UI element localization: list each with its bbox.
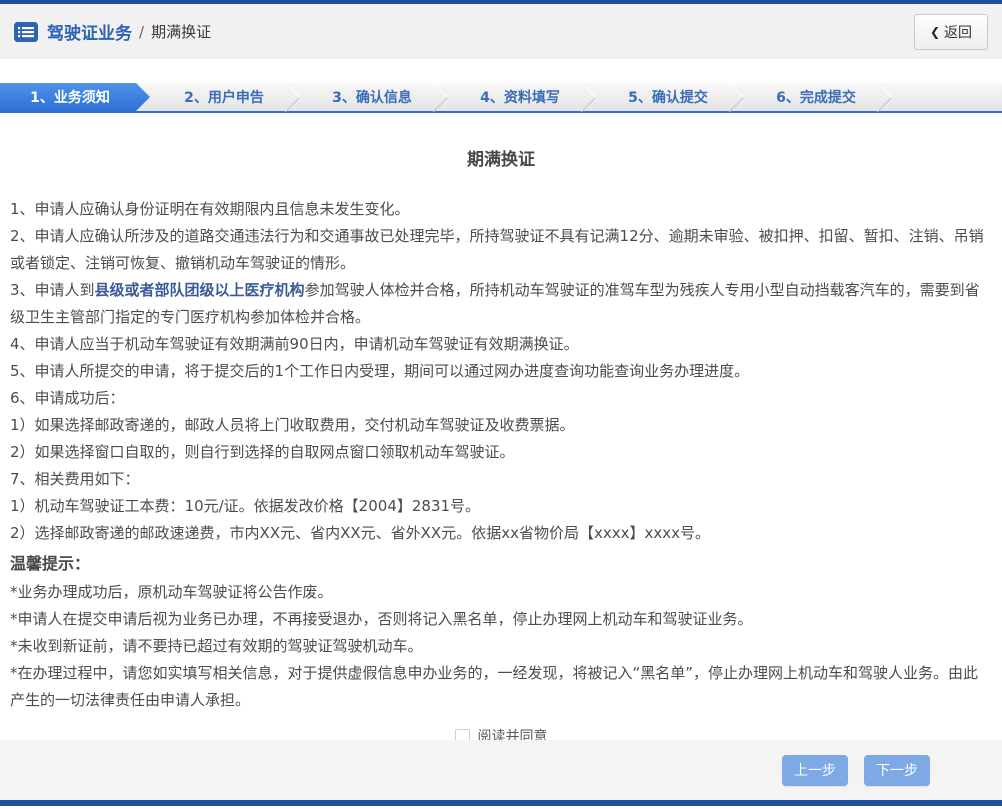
tip-line: *在办理过程中，请您如实填写相关信息，对于提供虚假信息申办业务的，一经发现，将被… <box>10 664 979 709</box>
main-content: 期满换证 1、申请人应确认身份证明在有效期限内且信息未发生变化。 2、申请人应确… <box>0 145 1002 746</box>
step-item-1[interactable]: 1、业务须知 <box>0 83 150 111</box>
back-button-label: 返回 <box>944 24 972 41</box>
notice-line: 1）如果选择邮政寄递的，邮政人员将上门收取费用，交付机动车驾驶证及收费票据。 <box>10 416 575 434</box>
notice-line: 6、申请成功后： <box>10 389 125 407</box>
breadcrumb-separator: / <box>139 22 145 41</box>
chevron-left-icon: ❮ <box>929 24 940 39</box>
notice-line: 2）选择邮政寄递的邮政速递费，市内XX元、省内XX元、省外XX元。依据xx省物价… <box>10 524 710 542</box>
notice-line3-bold: 县级或者部队团级以上医疗机构 <box>94 281 305 299</box>
footer-bar: 上一步 下一步 <box>0 740 1002 800</box>
list-icon <box>14 21 38 42</box>
step-item-4[interactable]: 4、资料填写 <box>446 83 594 111</box>
step-item-5[interactable]: 5、确认提交 <box>594 83 742 111</box>
next-step-button[interactable]: 下一步 <box>864 754 930 786</box>
breadcrumb-current: 期满换证 <box>151 23 212 41</box>
step-nav: 1、业务须知 2、用户申告 3、确认信息 4、资料填写 5、确认提交 6、完成提… <box>0 83 1002 113</box>
step-item-2[interactable]: 2、用户申告 <box>150 83 298 111</box>
notice-line: 7、相关费用如下： <box>10 470 140 488</box>
step-nav-filler <box>890 83 1002 111</box>
notice-line3-prefix: 3、申请人到 <box>10 281 95 299</box>
page-header: 驾驶证业务 / 期满换证 ❮ 返回 <box>0 4 1002 59</box>
step-item-3[interactable]: 3、确认信息 <box>298 83 446 111</box>
step-item-6[interactable]: 6、完成提交 <box>742 83 890 111</box>
breadcrumb-section[interactable]: 驾驶证业务 <box>47 19 132 44</box>
tip-line: *未收到新证前，请不要持已超过有效期的驾驶证驾驶机动车。 <box>10 637 423 655</box>
notice-line: 4、申请人应当于机动车驾驶证有效期满前90日内，申请机动车驾驶证有效期满换证。 <box>10 335 579 353</box>
tips-section: 温馨提示： *业务办理成功后，原机动车驾驶证将公告作废。 *申请人在提交申请后视… <box>10 549 992 714</box>
page-title: 期满换证 <box>467 150 535 170</box>
notice-line: 2）如果选择窗口自取的，则自行到选择的自取网点窗口领取机动车驾驶证。 <box>10 443 515 461</box>
notice-line: 2、申请人应确认所涉及的道路交通违法行为和交通事故已处理完毕，所持驾驶证不具有记… <box>10 227 984 272</box>
notice-line: 1、申请人应确认身份证明在有效期限内且信息未发生变化。 <box>10 200 410 218</box>
tip-line: *业务办理成功后，原机动车驾驶证将公告作废。 <box>10 583 333 601</box>
prev-step-button[interactable]: 上一步 <box>782 754 848 786</box>
notice-section: 1、申请人应确认身份证明在有效期限内且信息未发生变化。 2、申请人应确认所涉及的… <box>10 196 992 547</box>
tip-line: *申请人在提交申请后视为业务已办理，不再接受退办，否则将记入黑名单，停止办理网上… <box>10 610 753 628</box>
notice-line: 1）机动车驾驶证工本费：10元/证。依据发改价格【2004】2831号。 <box>10 497 481 515</box>
bottom-accent-bar <box>0 800 1002 806</box>
notice-line: 5、申请人所提交的申请，将于提交后的1个工作日内受理，期间可以通过网办进度查询功… <box>10 362 750 380</box>
back-button[interactable]: ❮ 返回 <box>913 13 988 50</box>
tips-title: 温馨提示： <box>10 554 91 573</box>
breadcrumb: 驾驶证业务 / 期满换证 <box>14 19 211 44</box>
notice-line: 3、申请人到县级或者部队团级以上医疗机构参加驾驶人体检并合格，所持机动车驾驶证的… <box>10 277 992 331</box>
